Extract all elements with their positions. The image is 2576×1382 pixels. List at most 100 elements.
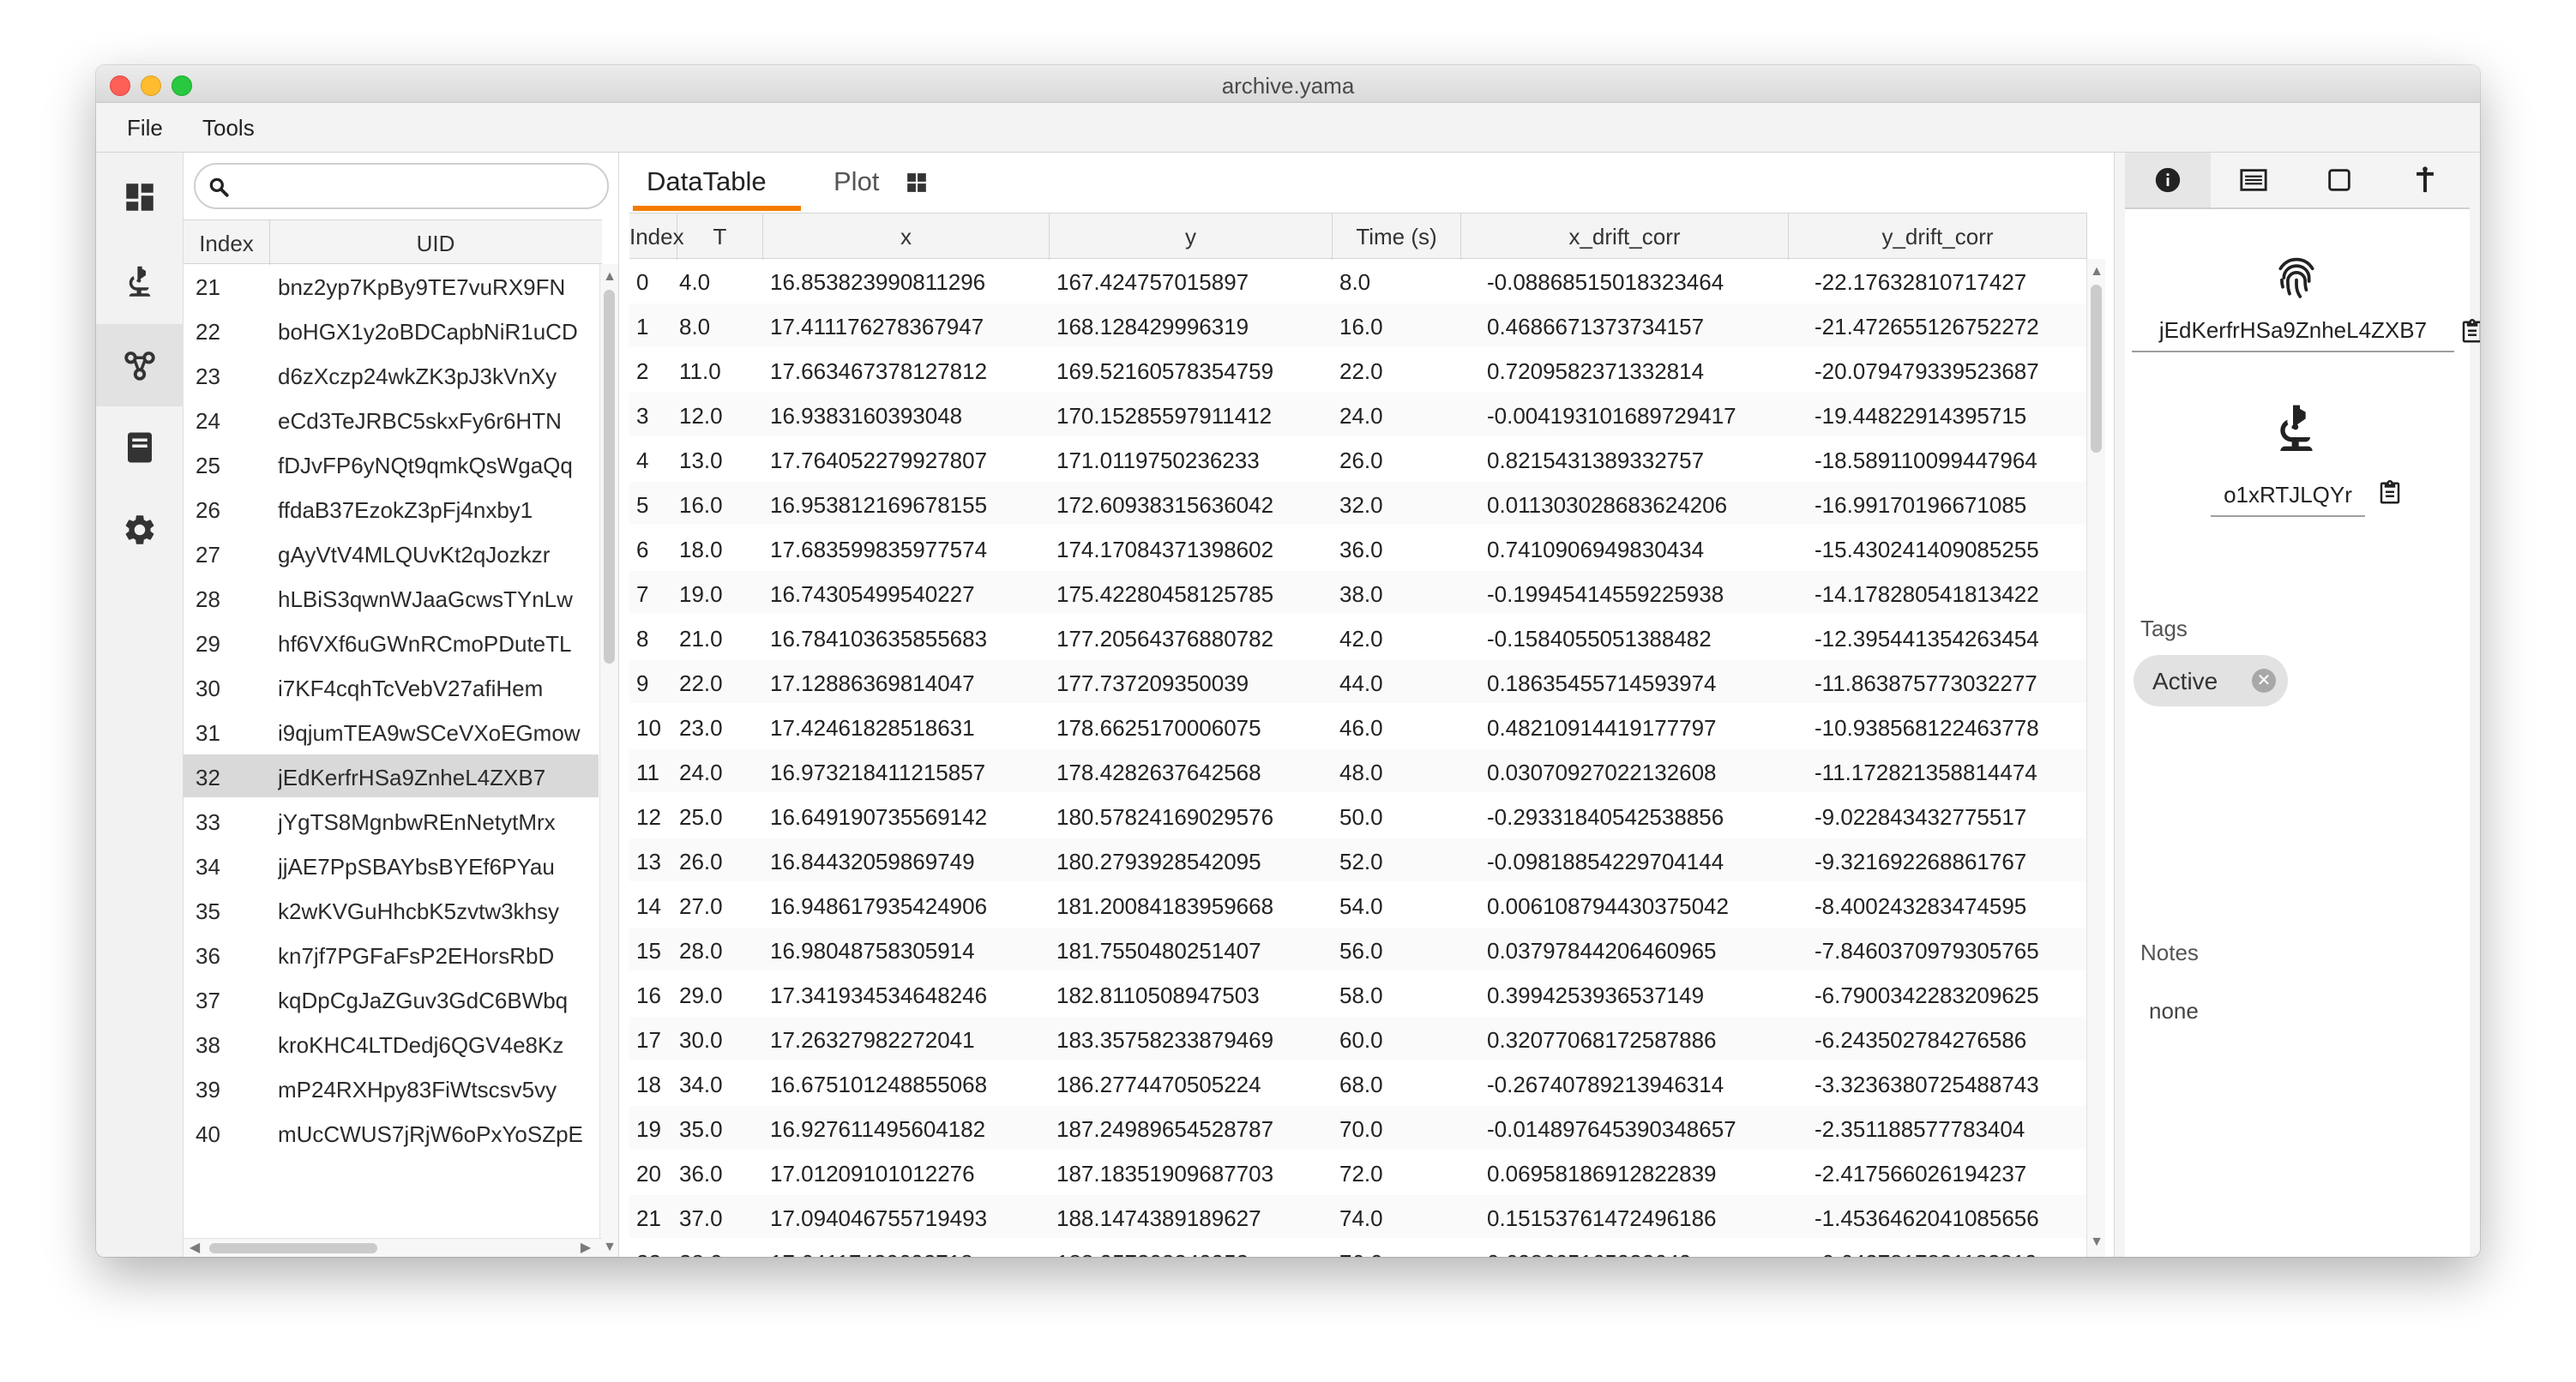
uid-list-item[interactable]: 31 i9qjumTEA9wSCeVXoEGmow bbox=[184, 710, 599, 753]
column-header[interactable]: y bbox=[1050, 213, 1333, 260]
uid-list-item[interactable]: 39 mP24RXHpy83FiWtscsv5vy bbox=[184, 1067, 599, 1109]
uid-list-item[interactable]: 33 jYgTS8MgnbwREnNetytMrx bbox=[184, 799, 599, 842]
table-row[interactable]: 15 28.0 16.98048758305914 181.7550480251407… bbox=[629, 928, 2087, 970]
uid-field[interactable]: jEdKerfrHSa9ZnheL4ZXB7 bbox=[2132, 317, 2454, 352]
uid-list-item[interactable]: 40 mUcCWUS7jRjW6oPxYoSZpE bbox=[184, 1111, 599, 1154]
column-header[interactable]: Index bbox=[629, 213, 684, 260]
table-cell: 34.0 bbox=[679, 1072, 723, 1097]
uid-row-index: 25 bbox=[196, 453, 220, 478]
table-row[interactable]: 2238.0 17.64117430692718 188.957303340953 7… bbox=[629, 1240, 2087, 1257]
uid-list-item[interactable]: 21 bnz2yp7KpBy9TE7vuRX9FN bbox=[184, 264, 599, 307]
table-row[interactable]: 13 26.0 16.84432059869749 180.2793928542095… bbox=[629, 838, 2087, 881]
uid-row-value: kroKHC4LTDedj6QGV4e8Kz bbox=[278, 1032, 564, 1058]
table-row[interactable]: 0 4.0 16.853823990811296 167.424757015897 8.… bbox=[629, 259, 2087, 302]
uid-list-item[interactable]: 26 ffdaB37EzokZ3pFj4nxby1 bbox=[184, 487, 599, 530]
nav-notebook[interactable] bbox=[96, 406, 184, 489]
table-row[interactable]: 1 8.0 17.411176278367947 168.128429996319 16… bbox=[629, 303, 2087, 346]
table-row[interactable]: 11 24.0 16.973218411215857 178.428263764256… bbox=[629, 749, 2087, 792]
table-row[interactable]: 3 12.0 16.9383160393048 170.15285597911412 2… bbox=[629, 393, 2087, 436]
uid-list-scrollbar[interactable]: ▲ ▼ bbox=[599, 264, 618, 1257]
scroll-down-arrow[interactable]: ▼ bbox=[600, 1240, 619, 1255]
table-row[interactable]: 9 22.0 17.12886369814047 177.737209350039 44… bbox=[629, 660, 2087, 703]
column-header[interactable]: x_drift_corr bbox=[1461, 213, 1789, 260]
uid-list-item[interactable]: 22 boHGX1y2oBDCapbNiR1uCD bbox=[184, 309, 599, 352]
tab-square[interactable] bbox=[2296, 153, 2382, 207]
tab-list[interactable] bbox=[2211, 153, 2296, 207]
uid-row-index: 30 bbox=[196, 676, 220, 701]
nav-network[interactable] bbox=[96, 324, 184, 406]
uid-list-item[interactable]: 38 kroKHC4LTDedj6QGV4e8Kz bbox=[184, 1022, 599, 1065]
uid-list-item[interactable]: 24 eCd3TeJRBC5skxFy6r6HTN bbox=[184, 398, 599, 441]
scroll-left-arrow[interactable]: ◀ bbox=[185, 1239, 204, 1256]
tab-pin[interactable] bbox=[2382, 153, 2468, 207]
uid-list-item[interactable]: 30 i7KF4cqhTcVebV27afiHem bbox=[184, 665, 599, 708]
tab-datatable[interactable]: DataTable bbox=[647, 166, 767, 197]
search-input[interactable] bbox=[237, 170, 597, 202]
dashboard-icon[interactable] bbox=[906, 171, 928, 194]
uid-list-item[interactable]: 35 k2wKVGuHhcbK5zvtw3khsy bbox=[184, 888, 599, 931]
column-header[interactable]: Time (s) bbox=[1333, 213, 1461, 260]
nav-instruments[interactable] bbox=[96, 242, 184, 324]
scroll-up-arrow[interactable]: ▲ bbox=[2087, 264, 2106, 279]
tag-chip[interactable]: Active ✕ bbox=[2134, 655, 2288, 706]
table-cell: 16.74305499540227 bbox=[770, 581, 975, 607]
column-header-uid[interactable]: UID bbox=[269, 231, 602, 257]
uid-list-item[interactable]: 29 hf6VXf6uGWnRCmoPDuteTL bbox=[184, 621, 599, 664]
horizontal-scroll-thumb[interactable] bbox=[209, 1243, 377, 1253]
uid-list-item[interactable]: 23 d6zXczp24wkZK3pJ3kVnXy bbox=[184, 353, 599, 396]
table-cell: -14.178280541813422 bbox=[1815, 581, 2039, 607]
table-row[interactable]: 8 21.0 16.784103635855683 177.2056437688078… bbox=[629, 616, 2087, 658]
table-cell: -11.863875773032277 bbox=[1815, 670, 2037, 696]
table-row[interactable]: 10 23.0 17.42461828518631 178.6625170006075… bbox=[629, 705, 2087, 748]
table-row[interactable]: 19 35.0 16.927611495604182 187.249896545287… bbox=[629, 1106, 2087, 1149]
column-header-index[interactable]: Index bbox=[184, 231, 269, 257]
table-cell: 24.0 bbox=[679, 760, 723, 785]
table-row[interactable]: 20 36.0 17.01209101012276 187.1835190968770… bbox=[629, 1151, 2087, 1193]
uid-list-item[interactable]: 32 jEdKerfrHSa9ZnheL4ZXB7 bbox=[184, 754, 599, 797]
table-row[interactable]: 17 30.0 17.26327982272041 183.3575823387946… bbox=[629, 1017, 2087, 1060]
uid-list-item[interactable]: 27 gAyVtV4MLQUvKt2qJozkzr bbox=[184, 532, 599, 574]
scroll-thumb[interactable] bbox=[604, 290, 615, 664]
table-row[interactable]: 14 27.0 16.948617935424906 181.200841839596… bbox=[629, 883, 2087, 926]
table-cell: 8.0 bbox=[679, 314, 711, 339]
nav-settings[interactable] bbox=[96, 489, 184, 571]
scroll-down-arrow[interactable]: ▼ bbox=[2087, 1235, 2106, 1250]
menu-bar: File Tools bbox=[96, 103, 2480, 153]
uid-list-horizontal-scrollbar[interactable]: ◀ ▶ bbox=[184, 1238, 602, 1257]
notes-text[interactable]: none bbox=[2149, 998, 2199, 1024]
table-cell: 46.0 bbox=[1339, 715, 1383, 741]
uid-list-item[interactable]: 34 jjAE7PpSBAYbsBYEf6PYau bbox=[184, 844, 599, 886]
table-row[interactable]: 16 29.0 17.341934534648246 182.811050894750… bbox=[629, 972, 2087, 1015]
column-header[interactable]: y_drift_corr bbox=[1789, 213, 2087, 260]
table-row[interactable]: 2 11.0 17.663467378127812 169.5216057835475… bbox=[629, 348, 2087, 391]
table-row[interactable]: 7 19.0 16.74305499540227 175.42280458125785… bbox=[629, 571, 2087, 614]
table-cell: -8.400243283474595 bbox=[1815, 893, 2027, 919]
tab-plot[interactable]: Plot bbox=[834, 166, 879, 197]
data-table-scrollbar[interactable]: ▲ ▼ bbox=[2086, 259, 2105, 1257]
menu-file[interactable]: File bbox=[127, 115, 163, 141]
tab-info[interactable] bbox=[2125, 153, 2211, 207]
table-cell: -11.172821358814474 bbox=[1815, 760, 2037, 785]
table-row[interactable]: 4 13.0 17.764052279927807 171.0119750236233… bbox=[629, 437, 2087, 480]
menu-tools[interactable]: Tools bbox=[202, 115, 255, 141]
scroll-thumb[interactable] bbox=[2091, 285, 2102, 453]
scroll-right-arrow[interactable]: ▶ bbox=[576, 1239, 595, 1256]
clipboard-icon[interactable] bbox=[2459, 317, 2480, 346]
uid-list-item[interactable]: 37 kqDpCgJaZGuv3GdC6BWbq bbox=[184, 977, 599, 1020]
nav-dashboard[interactable] bbox=[96, 156, 184, 238]
table-row[interactable]: 21 37.0 17.094046755719493 188.147438918962… bbox=[629, 1195, 2087, 1238]
uid-list-item[interactable]: 36 kn7jf7PGFaFsP2EHorsRbD bbox=[184, 933, 599, 976]
table-cell: 16.948617935424906 bbox=[770, 893, 988, 919]
column-header[interactable]: x bbox=[763, 213, 1050, 260]
instrument-field[interactable]: o1xRTJLQYr bbox=[2211, 482, 2365, 517]
table-row[interactable]: 5 16.0 16.953812169678155 172.6093831563604… bbox=[629, 482, 2087, 525]
uid-list-item[interactable]: 25 fDJvFP6yNQt9qmkQsWgaQq bbox=[184, 442, 599, 485]
table-row[interactable]: 18 34.0 16.675101248855068 186.277447050522… bbox=[629, 1061, 2087, 1104]
column-header[interactable]: T bbox=[677, 213, 763, 260]
uid-list-item[interactable]: 28 hLBiS3qwnWJaaGcwsTYnLw bbox=[184, 576, 599, 619]
table-row[interactable]: 6 18.0 17.683599835977574 174.1708437139860… bbox=[629, 526, 2087, 569]
remove-tag-icon[interactable]: ✕ bbox=[2252, 669, 2276, 693]
table-row[interactable]: 12 25.0 16.649190735569142 180.578241690295… bbox=[629, 794, 2087, 837]
clipboard-icon[interactable] bbox=[2377, 478, 2403, 508]
scroll-up-arrow[interactable]: ▲ bbox=[600, 269, 619, 285]
